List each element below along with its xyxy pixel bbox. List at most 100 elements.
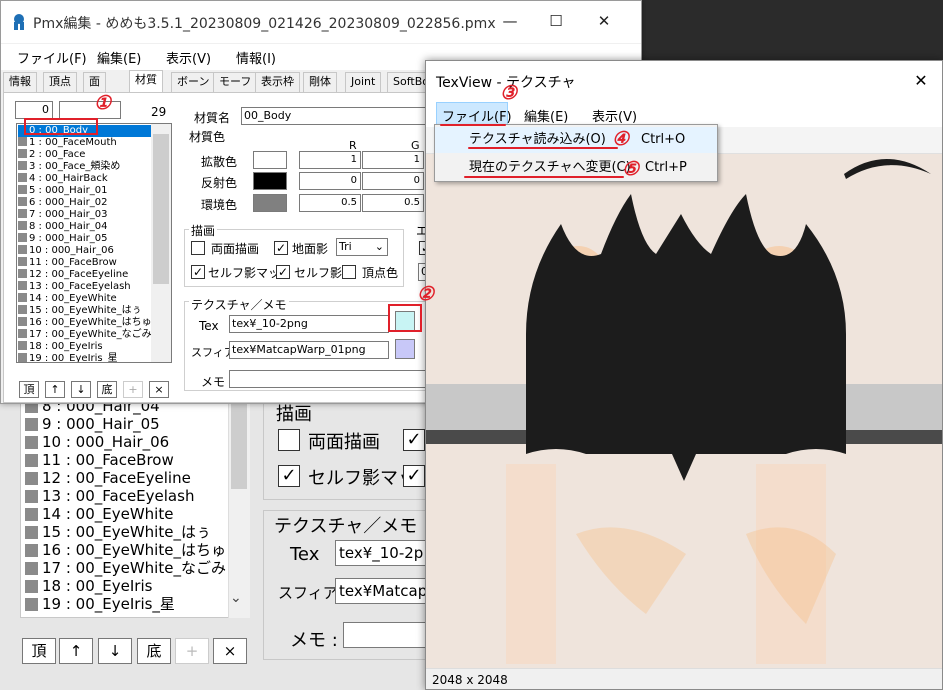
specular-g-input[interactable]: 0 — [362, 172, 424, 190]
bg-self-shadow-map-checkbox[interactable]: ✓ — [278, 465, 300, 487]
sphere-path-input[interactable]: tex¥MatcapWarp_01png — [229, 341, 389, 359]
menu-item-load-texture[interactable]: テクスチャ読み込み(O) Ctrl+O — [435, 127, 717, 153]
material-list[interactable]: 0 : 00_Body 1 : 00_FaceMouth 2 : 00_Face… — [16, 123, 172, 363]
self-shadow-checkbox[interactable]: ✓ — [276, 265, 290, 279]
list-item[interactable]: 2 : 00_Face — [18, 149, 152, 161]
tab-bone[interactable]: ボーン — [171, 72, 216, 92]
ambient-color-swatch[interactable] — [253, 194, 287, 212]
background-scroll-thumb[interactable] — [231, 397, 247, 489]
list-item[interactable]: 16 : 00_EyeWhite_はちゅ — [18, 317, 152, 329]
bg-self-shadow-checkbox[interactable]: ✓ — [403, 465, 425, 487]
list-item[interactable]: 13 : 00_FaceEyelash — [25, 487, 194, 505]
tab-face[interactable]: 面 — [83, 72, 106, 92]
delete-material-button[interactable]: × — [149, 381, 169, 398]
list-item[interactable]: 12 : 00_FaceEyeline — [25, 469, 191, 487]
bg-memo-field[interactable] — [343, 622, 433, 648]
close-button[interactable]: ✕ — [581, 9, 627, 35]
vertex-color-checkbox[interactable] — [342, 265, 356, 279]
material-list-scroll-thumb[interactable] — [153, 134, 169, 284]
move-up-button[interactable]: ↑ — [45, 381, 65, 398]
memo-input[interactable] — [229, 370, 429, 388]
texture-preview-canvas[interactable] — [426, 154, 942, 668]
texview-menu-edit[interactable]: 編集(E) — [524, 106, 568, 125]
list-item[interactable]: 17 : 00_EyeWhite_なごみ — [18, 329, 152, 341]
menu-view[interactable]: 表示(V) — [166, 48, 211, 67]
specular-color-swatch[interactable] — [253, 172, 287, 190]
self-shadow-map-checkbox[interactable]: ✓ — [191, 265, 205, 279]
list-item[interactable]: 15 : 00_EyeWhite_はぅ — [25, 523, 211, 541]
move-down-button[interactable]: ↓ — [71, 381, 91, 398]
tex-path-input[interactable]: tex¥_10-2png — [229, 315, 389, 333]
minimize-button[interactable]: — — [487, 9, 533, 35]
bg-bottom-button[interactable]: 底 — [137, 638, 171, 664]
tab-rigid-body[interactable]: 剛体 — [303, 72, 337, 92]
bg-delete-button[interactable]: × — [213, 638, 247, 664]
list-item[interactable]: 10 : 000_Hair_06 — [25, 433, 169, 451]
ground-shadow-checkbox[interactable]: ✓ — [274, 241, 288, 255]
list-item[interactable]: 19 : 00_EyeIris_星 — [18, 353, 152, 362]
list-item[interactable]: 14 : 00_EyeWhite — [18, 293, 152, 305]
list-item[interactable]: 11 : 00_FaceBrow — [18, 257, 152, 269]
list-item[interactable]: 8 : 000_Hair_04 — [18, 221, 152, 233]
tab-morph[interactable]: モーフ — [213, 72, 258, 92]
list-item[interactable]: 1 : 00_FaceMouth — [18, 137, 152, 149]
specular-r-input[interactable]: 0 — [299, 172, 361, 190]
pmx-title-bar[interactable]: Pmx編集 - めめも3.5.1_20230809_021426_2023080… — [1, 1, 641, 43]
move-bottom-button[interactable]: 底 — [97, 381, 117, 398]
list-item[interactable]: 16 : 00_EyeWhite_はちゅ — [25, 541, 226, 559]
list-item[interactable]: 7 : 000_Hair_03 — [18, 209, 152, 221]
ambient-g-input[interactable]: 0.5 — [362, 194, 424, 212]
primitive-select[interactable]: Tri ⌄ — [336, 238, 388, 256]
double-sided-checkbox[interactable] — [191, 241, 205, 255]
diffuse-color-swatch[interactable] — [253, 151, 287, 169]
list-item[interactable]: 19 : 00_EyeIris_星 — [25, 595, 175, 613]
bg-ground-shadow-checkbox[interactable]: ✓ — [403, 429, 425, 451]
add-material-button[interactable]: + — [123, 381, 143, 398]
list-item[interactable]: 12 : 00_FaceEyeline — [18, 269, 152, 281]
tab-vertex[interactable]: 頂点 — [43, 72, 77, 92]
list-item[interactable]: 17 : 00_EyeWhite_なごみ — [25, 559, 226, 577]
list-item[interactable]: 11 : 00_FaceBrow — [25, 451, 174, 469]
maximize-button[interactable]: ☐ — [533, 9, 579, 35]
list-item[interactable]: 18 : 00_EyeIris — [18, 341, 152, 353]
texview-menu-view[interactable]: 表示(V) — [592, 106, 637, 125]
bg-up-button[interactable]: ↑ — [59, 638, 93, 664]
menu-file[interactable]: ファイル(F) — [17, 48, 87, 67]
sphere-preview-button[interactable] — [395, 339, 415, 359]
list-item[interactable]: 4 : 00_HairBack — [18, 173, 152, 185]
move-top-button[interactable]: 頂 — [19, 381, 39, 398]
list-item[interactable]: 10 : 000_Hair_06 — [18, 245, 152, 257]
list-item[interactable]: 9 : 000_Hair_05 — [25, 415, 160, 433]
list-item[interactable]: 15 : 00_EyeWhite_はぅ — [18, 305, 152, 317]
material-index-input[interactable]: 0 — [15, 101, 53, 119]
bg-sphere-field[interactable]: tex¥Matcap — [335, 578, 430, 604]
ground-shadow-label: 地面影 — [292, 242, 329, 256]
tab-material[interactable]: 材質 — [129, 70, 163, 92]
menu-info[interactable]: 情報(I) — [236, 48, 276, 67]
texview-close-button[interactable]: ✕ — [904, 67, 938, 95]
background-material-list[interactable]: 8 : 000_Hair_04 9 : 000_Hair_05 10 : 000… — [20, 396, 250, 618]
tab-joint[interactable]: Joint — [345, 72, 382, 92]
bg-top-button[interactable]: 頂 — [22, 638, 56, 664]
bg-tex-field[interactable]: tex¥_10-2p — [335, 540, 430, 566]
material-search-input[interactable] — [59, 101, 121, 119]
diffuse-r-input[interactable]: 1 — [299, 151, 361, 169]
tab-display-frame[interactable]: 表示枠 — [255, 72, 300, 92]
tab-info[interactable]: 情報 — [3, 72, 37, 92]
bg-double-sided-checkbox[interactable] — [278, 429, 300, 451]
list-item[interactable]: 6 : 000_Hair_02 — [18, 197, 152, 209]
bg-add-button[interactable]: + — [175, 638, 209, 664]
texview-menu-file[interactable]: ファイル(F) — [442, 106, 512, 125]
diffuse-g-input[interactable]: 1 — [362, 151, 424, 169]
list-item[interactable]: 14 : 00_EyeWhite — [25, 505, 173, 523]
chevron-down-icon[interactable]: ⌄ — [230, 590, 242, 606]
list-item[interactable]: 18 : 00_EyeIris — [25, 577, 152, 595]
list-item[interactable]: 3 : 00_Face_頬染め — [18, 161, 152, 173]
list-item[interactable]: 9 : 000_Hair_05 — [18, 233, 152, 245]
menu-edit[interactable]: 編集(E) — [97, 48, 141, 67]
list-item[interactable]: 13 : 00_FaceEyelash — [18, 281, 152, 293]
ambient-r-input[interactable]: 0.5 — [299, 194, 361, 212]
list-item[interactable]: 5 : 000_Hair_01 — [18, 185, 152, 197]
material-name-input[interactable]: 00_Body — [241, 107, 431, 125]
bg-down-button[interactable]: ↓ — [98, 638, 132, 664]
